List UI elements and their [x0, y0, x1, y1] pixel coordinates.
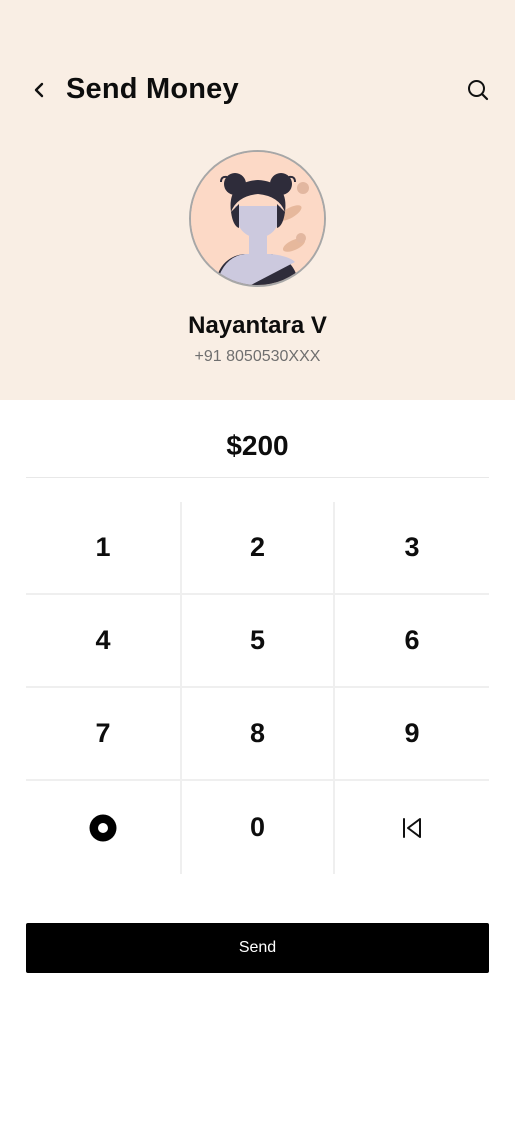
key-8[interactable]: 8 — [180, 688, 335, 781]
key-1[interactable]: 1 — [26, 502, 180, 595]
key-5[interactable]: 5 — [180, 595, 335, 688]
contact-name: Nayantara V — [188, 312, 327, 339]
avatar — [189, 150, 326, 287]
key-dot[interactable] — [26, 781, 180, 874]
page-title: Send Money — [66, 73, 239, 105]
key-2[interactable]: 2 — [180, 502, 335, 595]
key-3[interactable]: 3 — [335, 502, 489, 595]
key-0[interactable]: 0 — [180, 781, 335, 874]
keypad: 1 2 3 4 5 6 7 8 9 0 — [26, 502, 489, 874]
search-icon — [468, 80, 489, 101]
contact-phone: +91 8050530XXX — [194, 348, 321, 365]
send-button[interactable]: Send — [26, 923, 489, 973]
header-section: Send Money Nayantara V +91 8050530XXX — [0, 0, 515, 400]
back-button[interactable] — [24, 74, 54, 106]
search-button[interactable] — [463, 75, 493, 105]
key-7[interactable]: 7 — [26, 688, 180, 781]
chevron-left-icon — [34, 82, 44, 98]
key-4[interactable]: 4 — [26, 595, 180, 688]
key-backspace[interactable] — [335, 781, 489, 874]
dot-icon — [89, 814, 117, 841]
key-9[interactable]: 9 — [335, 688, 489, 781]
skip-back-icon — [403, 817, 421, 838]
amount-display: $200 — [26, 418, 489, 478]
key-6[interactable]: 6 — [335, 595, 489, 688]
avatar-illustration — [191, 152, 324, 285]
